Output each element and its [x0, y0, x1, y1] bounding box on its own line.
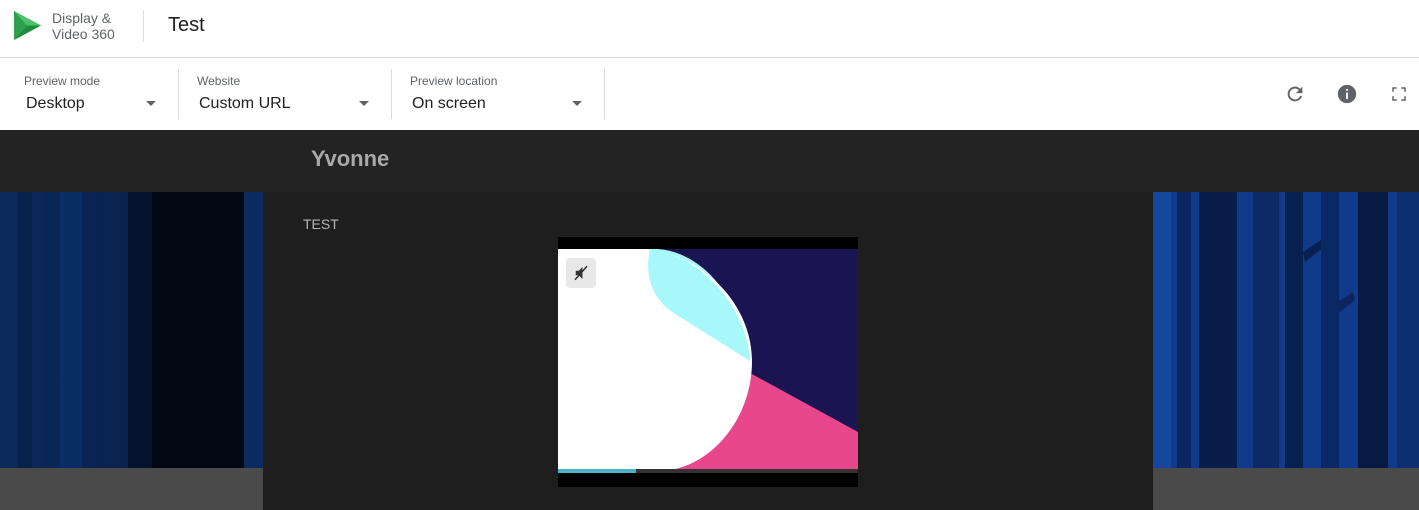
preview-toolbar: Preview mode Desktop Website Custom URL … [0, 58, 1419, 130]
info-icon[interactable] [1335, 82, 1359, 106]
display-video-360-logo-icon[interactable] [11, 9, 43, 42]
right-skin-background [1153, 192, 1419, 468]
brand-name: Display & Video 360 [52, 10, 115, 42]
left-skin-background [0, 192, 263, 468]
preview-mode-label: Preview mode [24, 74, 101, 88]
video-ad-creative[interactable] [558, 237, 858, 487]
site-name: Yvonne [311, 146, 390, 171]
page-title: Test [168, 14, 205, 36]
chevron-down-icon [146, 101, 156, 106]
preview-location-value: On screen [412, 95, 486, 112]
mute-button[interactable] [566, 258, 596, 288]
brand-line-2: Video 360 [52, 26, 115, 42]
forest-image [1153, 192, 1419, 468]
chevron-down-icon [572, 101, 582, 106]
volume-off-icon [574, 265, 588, 281]
chevron-down-icon [359, 101, 369, 106]
site-content-column: TEST [263, 192, 1153, 510]
preview-location-label: Preview location [410, 74, 498, 88]
site-preview: Yvonne TEST [0, 130, 1419, 510]
refresh-icon[interactable] [1283, 82, 1307, 106]
video-progress-fill[interactable] [558, 469, 636, 473]
header-divider [143, 10, 144, 42]
site-header: Yvonne [0, 130, 1419, 192]
website-value: Custom URL [199, 95, 291, 112]
preview-location-select[interactable]: Preview location On screen [410, 69, 605, 119]
section-label: TEST [303, 216, 339, 232]
app-bar: Display & Video 360 Test [0, 0, 1419, 58]
ad-artwork [558, 237, 858, 487]
website-select[interactable]: Website Custom URL [197, 69, 392, 119]
website-label: Website [197, 74, 241, 88]
fullscreen-icon[interactable] [1387, 82, 1411, 106]
preview-mode-select[interactable]: Preview mode Desktop [24, 69, 179, 119]
brand-line-1: Display & [52, 10, 112, 26]
forest-image [0, 192, 263, 468]
preview-mode-value: Desktop [26, 95, 85, 112]
